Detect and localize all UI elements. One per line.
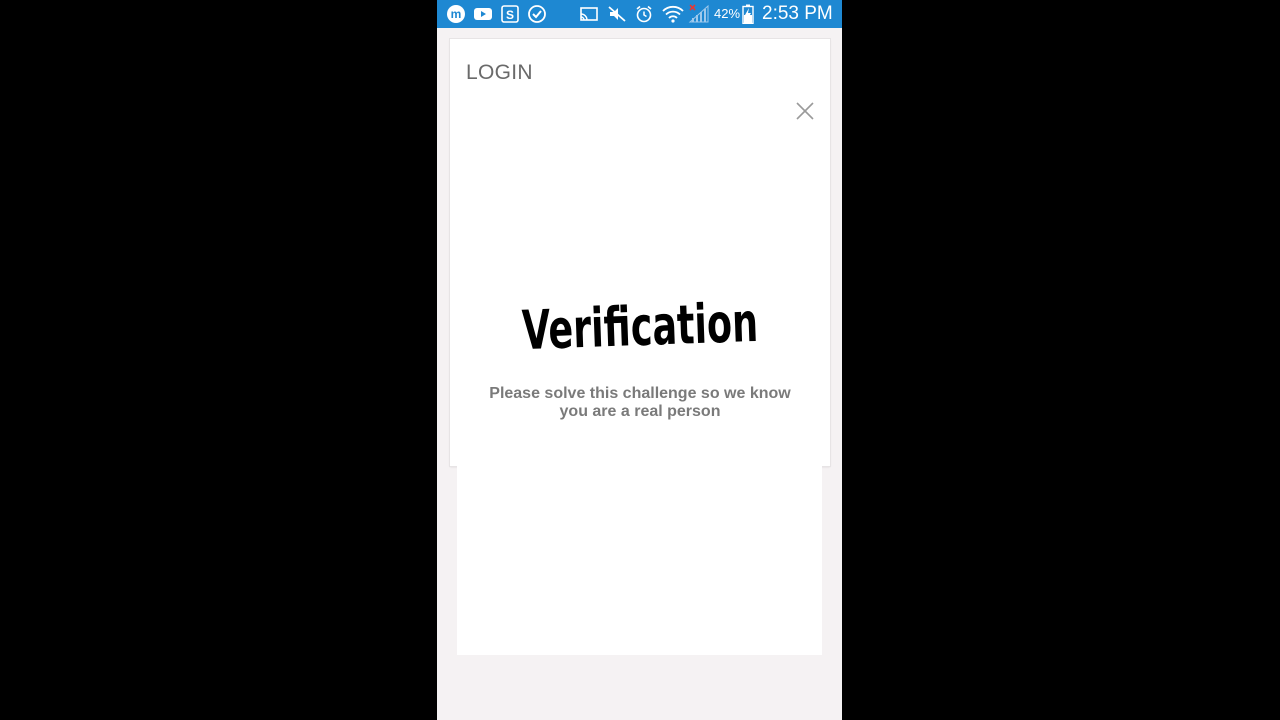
verification-heading: Verification <box>521 291 759 362</box>
verification-heading-text: Verification <box>521 291 759 362</box>
skype-icon: S <box>500 4 520 24</box>
status-clock: 2:53 PM <box>762 3 833 24</box>
verification-message: Please solve this challenge so we know y… <box>470 385 810 421</box>
mute-icon <box>607 4 627 24</box>
cast-icon <box>579 4 599 24</box>
verification-message-line1: Please solve this challenge so we know <box>489 385 791 402</box>
verification-message-line2: you are a real person <box>559 403 721 420</box>
messenger-icon: m <box>446 4 466 24</box>
dialog-title: LOGIN <box>466 61 533 84</box>
close-button[interactable] <box>794 100 816 122</box>
youtube-icon <box>473 4 493 24</box>
phone-screen: m S 42% 2:53 PM LOGIN Verification Pleas… <box>437 0 842 720</box>
svg-text:S: S <box>506 8 514 22</box>
check-circle-icon <box>527 4 547 24</box>
login-dialog: LOGIN Verification Please solve this cha… <box>450 39 830 466</box>
challenge-frame[interactable] <box>457 466 822 655</box>
alarm-icon <box>634 4 654 24</box>
status-bar: m S 42% 2:53 PM <box>437 0 842 28</box>
close-icon <box>796 102 814 120</box>
svg-text:m: m <box>451 7 462 21</box>
signal-icon <box>688 4 710 24</box>
verification-heading-wrap: Verification <box>450 285 830 365</box>
battery-percent: 42% <box>714 6 741 21</box>
battery-icon <box>742 4 754 24</box>
wifi-icon <box>662 4 684 24</box>
